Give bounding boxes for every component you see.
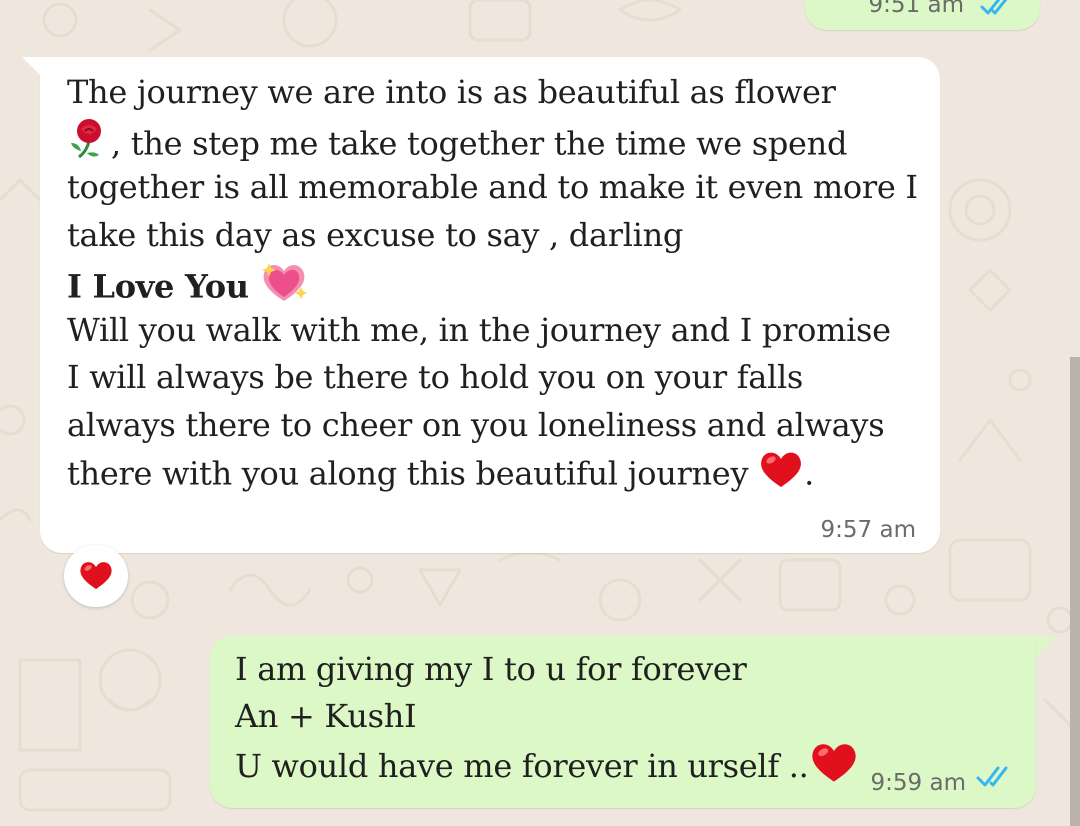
red-heart-icon bbox=[80, 562, 112, 590]
message-line-bold: I Love You bbox=[67, 267, 249, 306]
message-text: The journey we are into is as beautiful … bbox=[67, 69, 927, 497]
outgoing-message-bubble[interactable]: I am giving my I to u for forever An + K… bbox=[210, 636, 1036, 808]
message-line: together is all memorable and to make it… bbox=[67, 168, 918, 206]
red-heart-emoji bbox=[809, 740, 859, 797]
message-line-end: . bbox=[804, 454, 814, 493]
red-heart-emoji bbox=[758, 449, 804, 503]
outgoing-message-bubble-partial[interactable]: 9:51 am bbox=[805, 0, 1040, 30]
double-check-read-icon bbox=[976, 766, 1016, 792]
double-check-read-icon bbox=[980, 0, 1014, 20]
message-line: take this day as excuse to say , darling bbox=[67, 215, 684, 254]
message-line-text: there with you along this beautiful jour… bbox=[67, 454, 749, 493]
incoming-message-bubble[interactable]: The journey we are into is as beautiful … bbox=[40, 57, 940, 553]
message-line: , the step me take together the time we … bbox=[67, 117, 927, 165]
message-line: The journey we are into is as beautiful … bbox=[67, 73, 836, 111]
message-line: I will always be there to hold you on yo… bbox=[67, 358, 804, 396]
message-time: 9:51 am bbox=[868, 0, 964, 18]
message-line: there with you along this beautiful jour… bbox=[67, 449, 927, 497]
message-reaction[interactable] bbox=[64, 545, 128, 607]
message-line: I am giving my I to u for forever bbox=[235, 650, 747, 688]
message-line: Will you walk with me, in the journey an… bbox=[67, 310, 891, 349]
message-line-text: , the step me take together the time we … bbox=[111, 123, 848, 162]
message-text: I am giving my I to u for forever An + K… bbox=[235, 646, 1080, 787]
message-line-text: U would have me forever in urself .. bbox=[235, 747, 809, 785]
message-line: always there to cheer on you loneliness … bbox=[67, 405, 885, 444]
message-time: 9:59 am bbox=[870, 770, 966, 796]
message-line: An + KushI bbox=[235, 697, 417, 735]
scrollbar[interactable] bbox=[1070, 357, 1080, 826]
message-line: I Love You bbox=[67, 259, 927, 307]
bubble-tail bbox=[22, 57, 42, 77]
message-time: 9:57 am bbox=[820, 517, 916, 543]
